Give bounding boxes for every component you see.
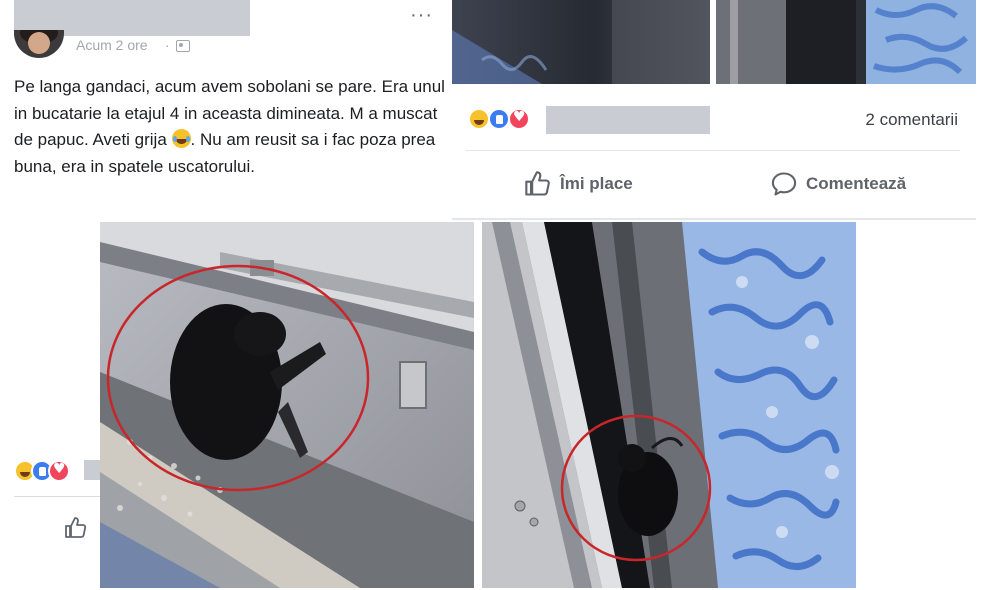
like-reaction-icon — [488, 108, 510, 130]
laughing-emoji-icon — [171, 129, 191, 148]
like-thumb-icon[interactable] — [64, 516, 88, 540]
post-photo-thumbnail[interactable] — [452, 0, 710, 84]
comment-button-label: Comentează — [806, 174, 907, 193]
like-thumb-icon — [525, 171, 550, 196]
comment-bubble-icon — [771, 172, 797, 196]
post-photo-thumbnail[interactable] — [716, 0, 976, 84]
like-button-label: Îmi place — [560, 174, 633, 193]
love-reaction-icon — [508, 108, 530, 130]
right-post-card: 2 comentarii Îmi place Comentează — [452, 0, 976, 220]
post-timestamp[interactable]: Acum 2 ore — [76, 37, 148, 53]
comments-count[interactable]: 2 comentarii — [865, 110, 958, 130]
love-reaction-icon — [48, 460, 70, 482]
comment-button[interactable]: Comentează — [770, 168, 906, 200]
post-text: Pe langa gandaci, acum avem sobolani se … — [14, 74, 446, 180]
divider — [14, 496, 104, 497]
redacted-reactors — [546, 106, 710, 134]
avatar[interactable] — [14, 30, 64, 58]
meta-separator: · — [165, 37, 170, 53]
rat-photo-2[interactable] — [482, 222, 856, 588]
haha-reaction-icon — [468, 108, 490, 130]
reaction-summary[interactable] — [14, 460, 84, 482]
more-options-icon[interactable]: ··· — [410, 4, 433, 27]
rat-photo-1[interactable] — [100, 222, 474, 588]
like-button[interactable]: Îmi place — [524, 168, 633, 200]
audience-icon[interactable] — [176, 40, 190, 52]
divider — [466, 150, 960, 151]
